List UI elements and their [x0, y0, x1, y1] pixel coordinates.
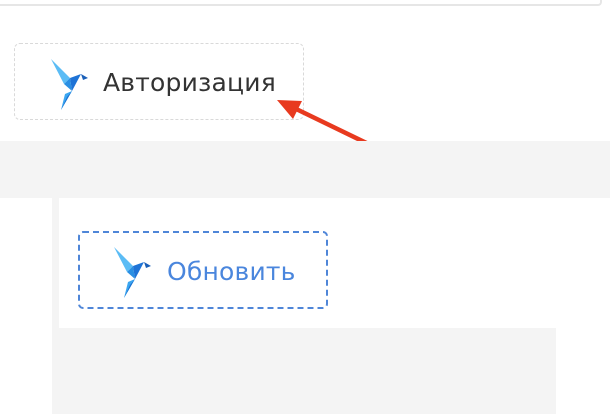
bird-logo-icon — [114, 247, 151, 298]
left-gutter — [52, 198, 59, 414]
section-divider — [0, 141, 610, 198]
authorization-button[interactable]: Авторизация — [14, 43, 304, 120]
refresh-button[interactable]: Обновить — [78, 231, 328, 309]
top-panel-edge — [0, 0, 602, 6]
refresh-button-label: Обновить — [167, 257, 296, 286]
bird-logo-icon — [51, 59, 88, 110]
authorization-button-label: Авторизация — [103, 68, 276, 97]
content-area-placeholder — [59, 328, 556, 414]
